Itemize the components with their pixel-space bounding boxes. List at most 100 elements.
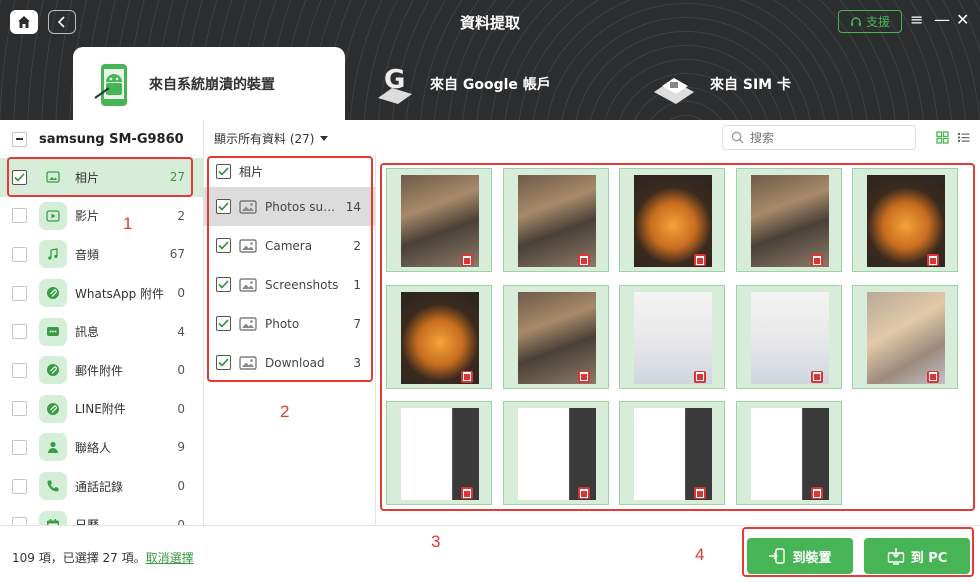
category-count: 67 [169, 247, 185, 262]
tab-sim-card[interactable]: 來自 SIM 卡 [648, 47, 868, 120]
deleted-badge-icon [577, 370, 590, 383]
whatsapp-attachment-icon [39, 279, 67, 308]
folder-count: 1 [353, 277, 361, 292]
photo-thumbnail[interactable] [619, 284, 725, 389]
title-bar: 資料提取 支援 ≡ — ✕ 來自系統崩潰的裝置 G 來自 Google 帳戶 來… [0, 0, 980, 120]
folder-name: Download [265, 355, 325, 370]
export-to-pc-icon [887, 548, 904, 565]
category-checkbox[interactable] [12, 478, 27, 494]
folder-checkbox[interactable] [216, 199, 231, 214]
folder-checkbox[interactable] [216, 277, 231, 292]
tab-google-account[interactable]: G 來自 Google 帳戶 [368, 47, 608, 120]
category-checkbox[interactable] [12, 362, 27, 378]
music-icon [39, 240, 67, 269]
category-label: 訊息 [75, 325, 100, 340]
category-count: 0 [177, 363, 185, 378]
category-checkbox[interactable] [12, 208, 27, 224]
folder-panel: 相片 Photos supp…14Camera2Screenshots1Phot… [204, 155, 376, 525]
category-label: 音頻 [75, 247, 100, 262]
svg-text:G: G [384, 65, 405, 95]
close-button[interactable]: ✕ [956, 12, 969, 28]
folder-item[interactable]: Download 3 [204, 343, 375, 382]
category-item[interactable]: 音頻 67 [0, 235, 203, 274]
recover-to-device-button[interactable]: 到裝置 [747, 538, 853, 574]
photo-thumbnail[interactable] [735, 401, 842, 505]
message-icon [39, 317, 67, 346]
category-item[interactable]: LINE附件 0 [0, 390, 203, 429]
menu-button[interactable]: ≡ [910, 12, 923, 28]
category-item[interactable]: 訊息 4 [0, 312, 203, 351]
select-all-checkbox[interactable] [12, 131, 27, 147]
folder-checkbox[interactable] [216, 316, 231, 331]
folder-item[interactable]: Photos supp… 14 [204, 187, 375, 226]
check-icon [218, 166, 229, 176]
category-item[interactable]: 影片 2 [0, 197, 203, 236]
folder-item[interactable]: Camera 2 [204, 226, 375, 265]
tab-crashed-device[interactable]: 來自系統崩潰的裝置 [73, 47, 345, 120]
thumbnail-image [517, 291, 596, 384]
photo-thumbnail[interactable] [619, 401, 725, 505]
category-label: LINE附件 [75, 402, 126, 417]
category-item[interactable]: 日曆0 [0, 505, 203, 525]
category-checkbox[interactable] [12, 246, 27, 262]
to-device-label: 到裝置 [792, 550, 832, 566]
folder-item[interactable]: Screenshots 1 [204, 265, 375, 304]
photo-thumbnail[interactable] [735, 168, 842, 272]
folder-name: Screenshots [265, 277, 339, 292]
grid-view-button[interactable] [936, 131, 949, 147]
photo-thumbnail[interactable] [619, 168, 725, 272]
photo-thumbnail[interactable] [852, 284, 958, 389]
thumbnail-image [401, 291, 479, 384]
folder-checkbox[interactable] [216, 355, 231, 370]
category-count: 0 [177, 479, 185, 494]
category-checkbox[interactable] [12, 517, 27, 525]
bottom-bar: 109 項，已選擇 27 項。取消選擇 到裝置 到 PC [0, 525, 980, 582]
deleted-badge-icon [927, 370, 939, 383]
photo-thumbnail[interactable] [735, 284, 842, 389]
photo-thumbnail[interactable] [386, 168, 492, 272]
google-account-icon: G [378, 65, 412, 104]
photo-thumbnail[interactable] [502, 401, 609, 505]
folder-name: Photos supp… [265, 199, 338, 214]
folder-name: Camera [265, 238, 313, 253]
image-icon [239, 238, 257, 253]
android-phone-icon [94, 63, 127, 106]
thumbnail-image [634, 291, 712, 384]
search-input[interactable] [750, 130, 900, 145]
category-checkbox[interactable] [12, 285, 27, 301]
minimize-button[interactable]: — [934, 12, 950, 28]
deselect-link[interactable]: 取消選擇 [146, 551, 194, 565]
list-view-button[interactable] [957, 131, 970, 147]
category-checkbox[interactable] [12, 169, 27, 185]
photo-thumbnail[interactable] [852, 168, 958, 272]
category-count: 0 [177, 401, 185, 416]
category-item[interactable]: WhatsApp 附件 0 [0, 274, 203, 313]
folder-header-checkbox[interactable] [216, 163, 231, 179]
category-checkbox[interactable] [12, 439, 27, 455]
filter-label: 顯示所有資料 (27) [214, 132, 315, 146]
folder-checkbox[interactable] [216, 238, 231, 253]
category-label: WhatsApp 附件 [75, 286, 165, 301]
category-item[interactable]: 相片 27 [0, 158, 203, 197]
image-icon [239, 199, 257, 214]
photo-icon [39, 163, 67, 192]
category-checkbox[interactable] [12, 401, 27, 417]
mail-attachment-icon [39, 356, 67, 385]
folder-header[interactable]: 相片 [204, 155, 375, 187]
category-checkbox[interactable] [12, 324, 27, 340]
photo-thumbnail[interactable] [386, 284, 492, 389]
support-button[interactable]: 支援 [838, 10, 902, 33]
folder-item[interactable]: Photo 7 [204, 304, 375, 343]
photo-thumbnail[interactable] [386, 401, 492, 505]
image-icon [239, 277, 257, 292]
photo-thumbnail[interactable] [502, 284, 609, 389]
category-count: 9 [177, 440, 185, 455]
recover-to-pc-button[interactable]: 到 PC [864, 538, 970, 574]
category-item[interactable]: 聯絡人 9 [0, 428, 203, 467]
photo-thumbnail[interactable] [502, 168, 609, 272]
headset-icon [850, 16, 861, 26]
annotation-number-2: 2 [280, 402, 290, 421]
category-item[interactable]: 郵件附件 0 [0, 351, 203, 390]
filter-dropdown[interactable]: 顯示所有資料 (27) [214, 130, 329, 147]
category-item[interactable]: 通話記錄 0 [0, 467, 203, 506]
